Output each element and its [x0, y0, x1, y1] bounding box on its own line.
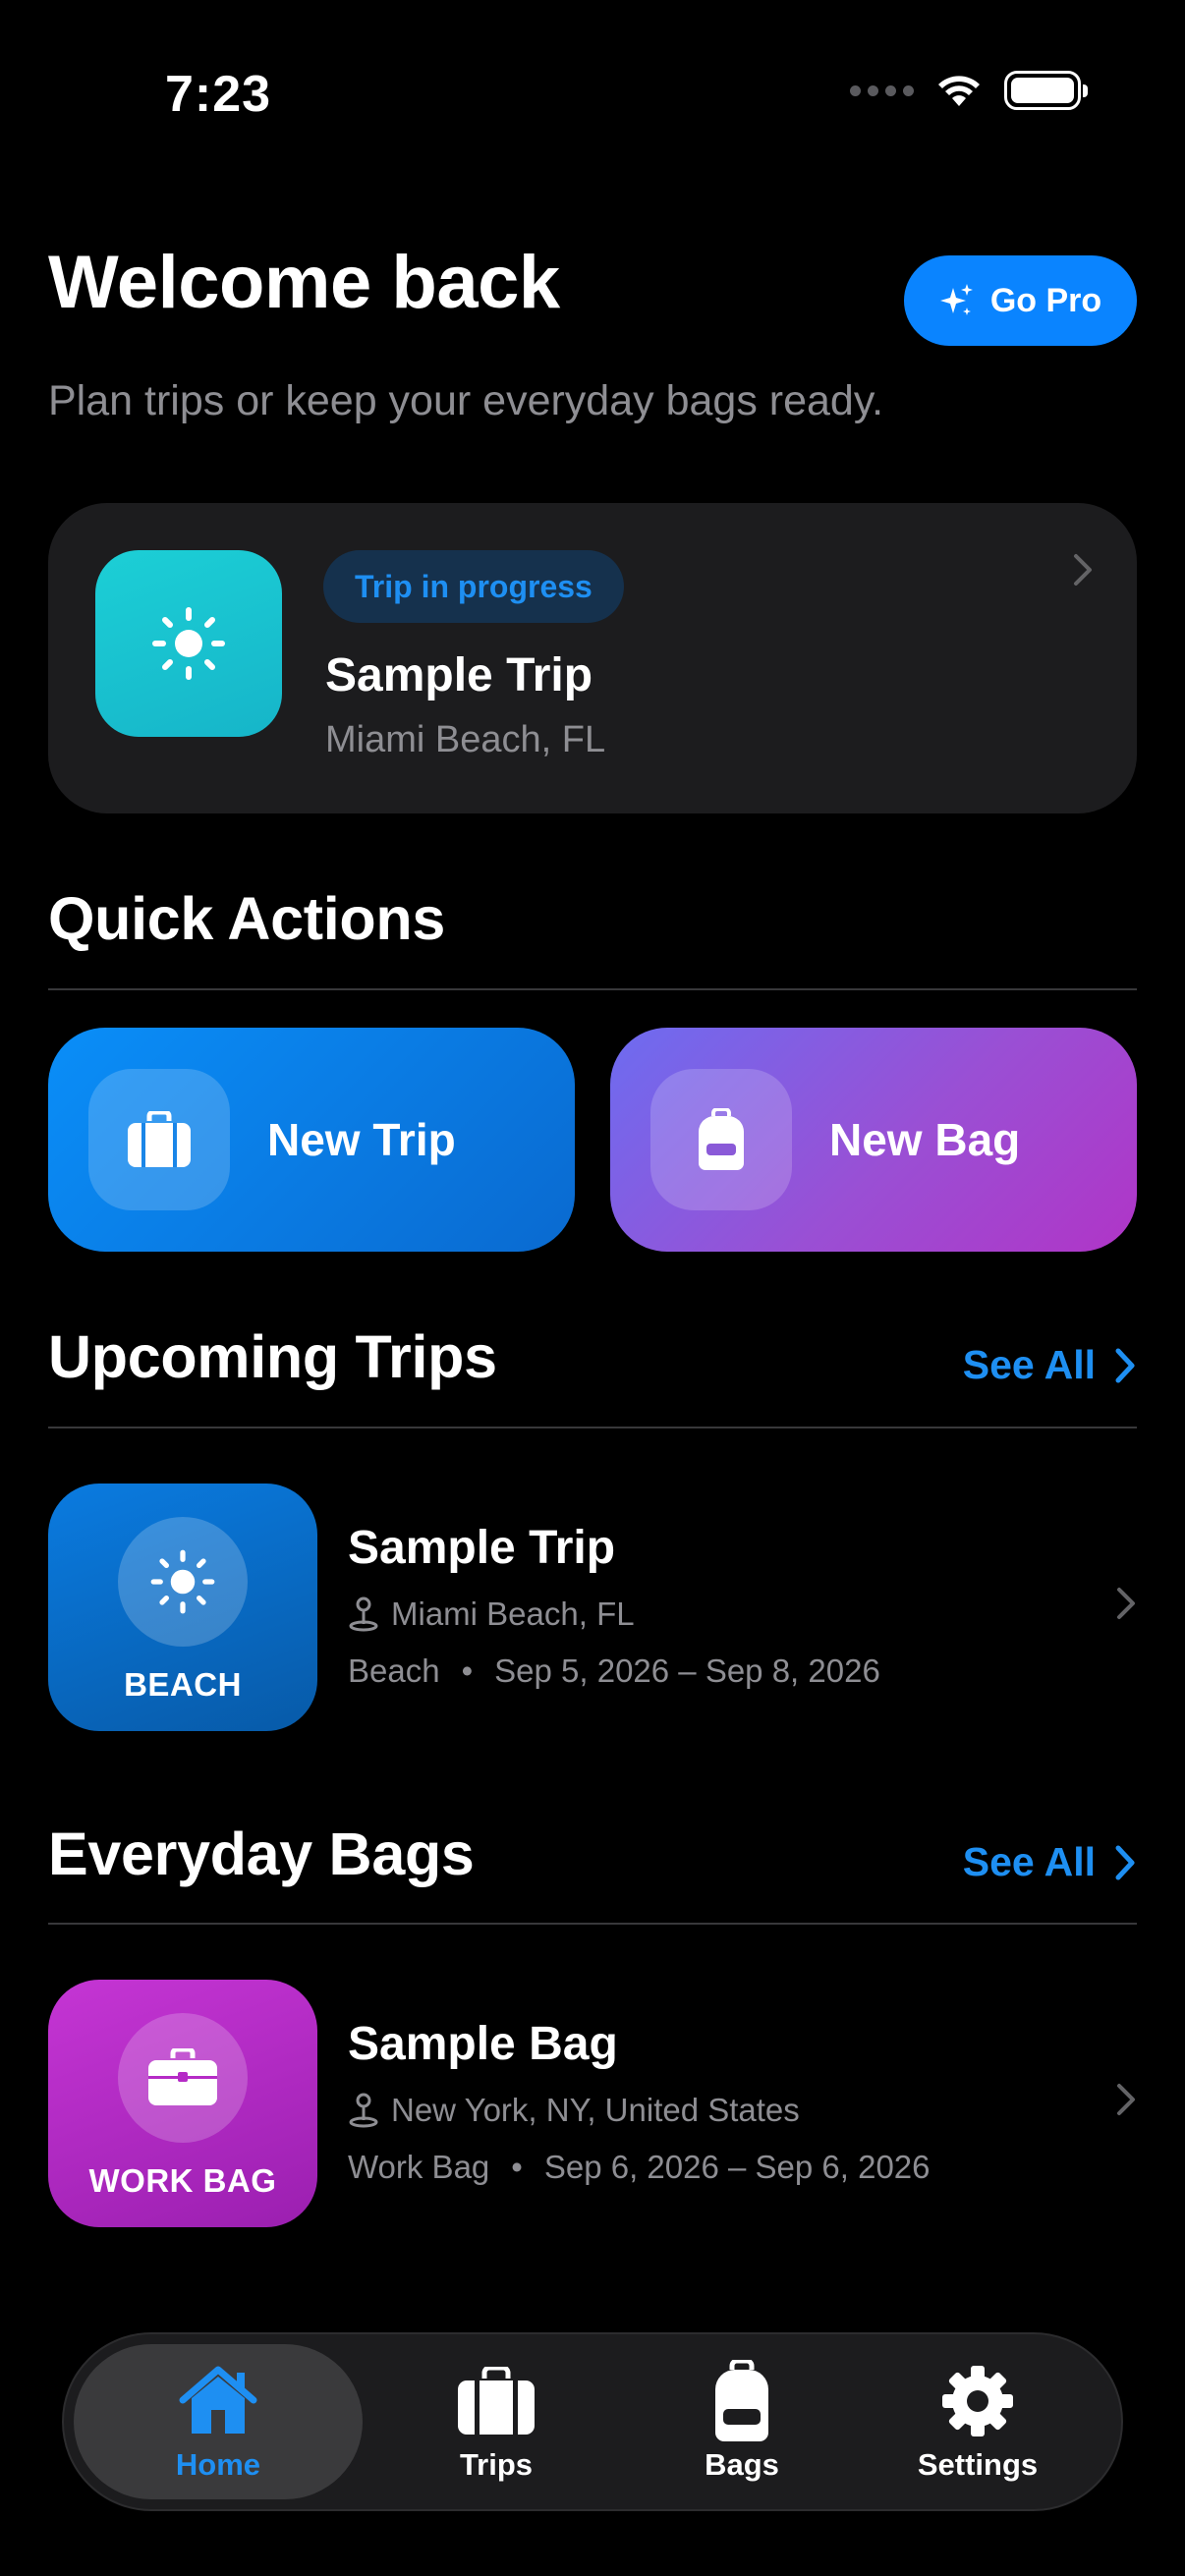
- section-divider: [48, 1427, 1137, 1428]
- upcoming-trips-title: Upcoming Trips: [48, 1323, 497, 1390]
- new-trip-icon-tile: [88, 1069, 230, 1210]
- bag-type: Work Bag: [348, 2149, 490, 2185]
- new-bag-button[interactable]: New Bag: [610, 1028, 1137, 1252]
- chevron-right-icon: [1117, 1588, 1135, 1619]
- current-trip-card[interactable]: Trip in progress Sample Trip Miami Beach…: [48, 503, 1137, 813]
- bag-location: New York, NY, United States: [348, 2092, 800, 2129]
- trip-status-badge: Trip in progress: [323, 550, 624, 623]
- backpack-icon: [699, 1108, 744, 1170]
- cellular-signal-icon: [850, 84, 914, 96]
- bag-category-label: WORK BAG: [88, 2162, 277, 2199]
- new-trip-button[interactable]: New Trip: [48, 1028, 575, 1252]
- chevron-right-icon: [1117, 2084, 1135, 2115]
- tab-trips[interactable]: Trips: [388, 2334, 604, 2509]
- meta-separator: •: [511, 2149, 523, 2185]
- go-pro-button[interactable]: Go Pro: [904, 255, 1137, 346]
- go-pro-label: Go Pro: [989, 281, 1102, 319]
- new-trip-label: New Trip: [267, 1114, 456, 1165]
- upcoming-trips-see-all-button[interactable]: See All: [963, 1342, 1137, 1388]
- bag-dates: Sep 6, 2026 – Sep 6, 2026: [543, 2149, 931, 2185]
- sun-icon: [150, 1549, 215, 1614]
- status-bar: 7:23: [0, 0, 1185, 187]
- tab-bar: Home Trips Bags Settings: [62, 2332, 1123, 2511]
- trip-list-item[interactable]: BEACH Sample Trip Miami Beach, FL Beach …: [48, 1484, 1137, 1731]
- see-all-label: See All: [962, 1342, 1096, 1387]
- trip-meta: Beach • Sep 5, 2026 – Sep 8, 2026: [348, 1652, 880, 1690]
- tab-label: Trips: [459, 2447, 534, 2482]
- trip-type: Beach: [348, 1652, 440, 1689]
- current-trip-icon-tile: [95, 550, 282, 737]
- current-trip-name: Sample Trip: [325, 649, 593, 701]
- sun-icon: [152, 607, 225, 680]
- bag-location-text: New York, NY, United States: [391, 2092, 800, 2128]
- status-time: 7:23: [165, 66, 272, 123]
- page-title: Welcome back: [48, 241, 560, 324]
- suitcase-icon: [128, 1111, 191, 1167]
- bag-category-icon-circle: [118, 2013, 248, 2143]
- location-pin-icon: [349, 1596, 378, 1632]
- current-trip-location: Miami Beach, FL: [325, 719, 606, 760]
- quick-actions-title: Quick Actions: [48, 885, 445, 952]
- tab-settings[interactable]: Settings: [870, 2334, 1086, 2509]
- page-subtitle: Plan trips or keep your everyday bags re…: [48, 377, 884, 424]
- briefcase-icon: [148, 2048, 217, 2105]
- see-all-label: See All: [962, 1839, 1096, 1884]
- chevron-right-icon: [1115, 1348, 1135, 1382]
- section-divider: [48, 988, 1137, 990]
- everyday-bags-title: Everyday Bags: [48, 1820, 475, 1887]
- new-bag-label: New Bag: [829, 1114, 1021, 1165]
- tab-label: Settings: [917, 2447, 1039, 2482]
- battery-icon: [1004, 71, 1088, 110]
- chevron-right-icon: [1074, 554, 1092, 586]
- trip-location: Miami Beach, FL: [348, 1596, 635, 1633]
- tab-label: Home: [175, 2447, 261, 2482]
- section-divider: [48, 1923, 1137, 1925]
- trip-category-tile: BEACH: [48, 1484, 317, 1731]
- chevron-right-icon: [1115, 1845, 1135, 1879]
- gear-icon: [940, 2361, 1015, 2441]
- everyday-bags-see-all-button[interactable]: See All: [963, 1839, 1137, 1885]
- sparkles-icon: [939, 284, 973, 315]
- trip-name: Sample Trip: [348, 1522, 616, 1574]
- tab-label: Bags: [705, 2447, 779, 2482]
- trip-dates: Sep 5, 2026 – Sep 8, 2026: [494, 1652, 880, 1689]
- trip-category-label: BEACH: [124, 1666, 242, 1703]
- bag-name: Sample Bag: [348, 2018, 618, 2070]
- tab-home[interactable]: Home: [74, 2344, 363, 2499]
- new-bag-icon-tile: [650, 1069, 792, 1210]
- wifi-icon: [938, 76, 980, 106]
- status-indicators: [850, 71, 1088, 110]
- house-icon: [178, 2361, 258, 2441]
- trip-location-text: Miami Beach, FL: [391, 1596, 635, 1632]
- backpack-icon: [713, 2360, 770, 2441]
- tab-bags[interactable]: Bags: [644, 2334, 840, 2509]
- trip-category-icon-circle: [118, 1517, 248, 1647]
- bag-list-item[interactable]: WORK BAG Sample Bag New York, NY, United…: [48, 1980, 1137, 2227]
- suitcase-icon: [457, 2361, 536, 2441]
- bag-meta: Work Bag • Sep 6, 2026 – Sep 6, 2026: [348, 2149, 931, 2186]
- bag-category-tile: WORK BAG: [48, 1980, 317, 2227]
- location-pin-icon: [349, 2093, 378, 2128]
- meta-separator: •: [461, 1652, 474, 1689]
